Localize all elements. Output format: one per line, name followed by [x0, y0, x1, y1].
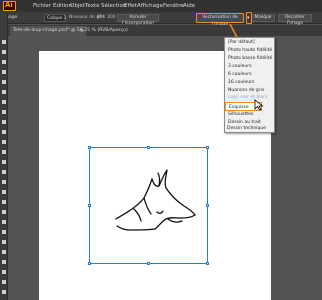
cursor-arrow-icon — [254, 99, 264, 111]
preset-photo-high[interactable]: Photo haute fidélité — [228, 48, 272, 53]
preset-line-art[interactable]: Dessin au trait — [228, 120, 261, 125]
preset-3-colors[interactable]: 3 couleurs — [228, 64, 251, 69]
preset-6-colors[interactable]: 6 couleurs — [228, 72, 251, 77]
preset-default[interactable]: [Par défaut] — [228, 40, 255, 45]
trace-preset-menu: [Par défaut] Photo haute fidélité Photo … — [224, 37, 275, 133]
preset-technical-drawing[interactable]: Dessin technique — [227, 126, 266, 131]
preset-16-colors[interactable]: 16 couleurs — [228, 80, 254, 85]
preset-photo-low[interactable]: Photo basse fidélité — [228, 56, 272, 61]
preset-silhouettes[interactable]: Silhouettes — [228, 112, 253, 117]
preset-grayscale[interactable]: Nuances de gris — [228, 88, 264, 93]
